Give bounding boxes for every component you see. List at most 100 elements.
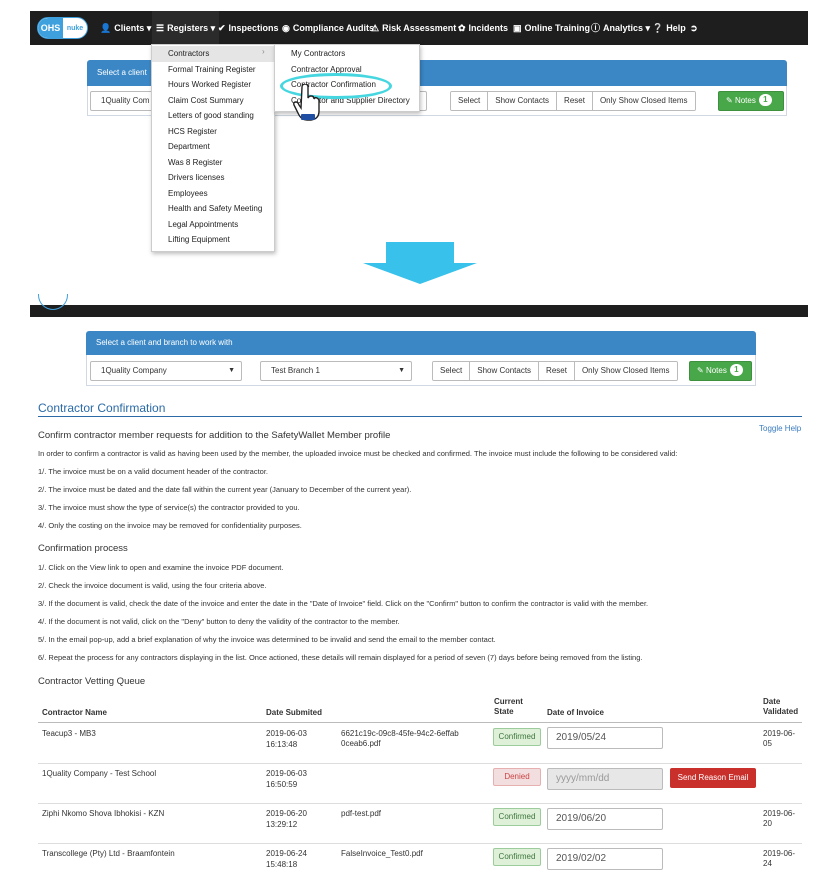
criteria-item: 2/. The invoice must be dated and the da… [38, 485, 412, 494]
reset-button[interactable]: Reset [557, 92, 593, 110]
pencil-icon: ✎ [697, 366, 704, 375]
menu-item-letters-good-standing[interactable]: Letters of good standing [152, 108, 274, 124]
status-badge-confirmed[interactable]: Confirmed [493, 728, 541, 746]
menu-item-contractors[interactable]: Contractors [152, 46, 274, 62]
menu-item-claim-cost[interactable]: Claim Cost Summary [152, 93, 274, 109]
submenu-my-contractors[interactable]: My Contractors [275, 46, 419, 62]
invoice-date-input[interactable]: 2019/06/20 [547, 808, 663, 830]
check-icon: ✔ [218, 23, 226, 33]
logout-icon[interactable]: ➲ [690, 11, 698, 45]
nav-online-training[interactable]: ▣ Online Training [513, 11, 590, 45]
invoice-file-link[interactable]: 6621c19c-09c8-45fe-94c2-6effab0ceab6.pdf [341, 729, 461, 749]
menu-item-employees[interactable]: Employees [152, 186, 274, 202]
cell-time: 16:50:59 [266, 780, 298, 789]
status-badge-denied[interactable]: Denied [493, 768, 541, 786]
pencil-icon: ✎ [726, 96, 733, 105]
menu-item-hours-worked[interactable]: Hours Worked Register [152, 77, 274, 93]
only-closed-button[interactable]: Only Show Closed Items [574, 362, 677, 380]
intro-text: In order to confirm a contractor is vali… [38, 449, 678, 458]
cell-time: 13:29:12 [266, 820, 298, 829]
book-icon: ▣ [513, 23, 522, 33]
registers-dropdown: Contractors Formal Training Register Hou… [151, 44, 275, 252]
nav-compliance-audits[interactable]: ◉ Compliance Audits [282, 11, 374, 45]
col-header-submitted: Date Submited [266, 708, 323, 717]
caret-down-icon: ▼ [398, 367, 405, 374]
send-reason-email-button[interactable]: Send Reason Email [670, 768, 756, 788]
branch-select[interactable]: Test Branch 1 ▼ [260, 361, 412, 381]
menu-item-department[interactable]: Department [152, 139, 274, 155]
cell-date: 2019-06-24 [266, 849, 307, 858]
process-step: 3/. If the document is valid, check the … [38, 599, 649, 608]
panel-button-group: Select Show Contacts Reset Only Show Clo… [432, 361, 678, 381]
invoice-date-input[interactable]: yyyy/mm/dd [547, 768, 663, 790]
notes-button[interactable]: ✎ Notes 1 [689, 361, 752, 381]
warning-icon: ⚠ [371, 23, 380, 33]
top-navbar: OHS nuke 👤 Clients ▾ ☰ Registers ▾ ✔ Inspec… [30, 11, 808, 45]
nav-clients[interactable]: 👤 Clients ▾ [100, 11, 151, 45]
status-badge-confirmed[interactable]: Confirmed [493, 848, 541, 866]
show-contacts-button[interactable]: Show Contacts [488, 92, 558, 110]
select-button[interactable]: Select [433, 362, 471, 380]
queue-heading: Contractor Vetting Queue [38, 676, 146, 687]
client-select[interactable]: 1Quality Company ▼ [90, 361, 242, 381]
panel-button-group: Select Show Contacts Reset Only Show Clo… [450, 91, 696, 111]
flame-icon: ✿ [458, 23, 466, 33]
nav-registers[interactable]: ☰ Registers ▾ [152, 11, 220, 45]
menu-item-was8[interactable]: Was 8 Register [152, 155, 274, 171]
page-title: Contractor Confirmation [38, 401, 166, 415]
caret-down-icon: ▼ [228, 367, 235, 374]
cell-contractor-name: Ziphi Nkomo Shova Ibhokisi - KZN [42, 809, 165, 818]
notes-count-badge: 1 [729, 364, 743, 376]
process-heading: Confirmation process [38, 543, 128, 554]
nav-incidents[interactable]: ✿ Incidents [458, 11, 508, 45]
only-closed-button[interactable]: Only Show Closed Items [592, 92, 695, 110]
col-header-state: Current State [494, 697, 523, 716]
menu-item-formal-training[interactable]: Formal Training Register [152, 62, 274, 78]
row-divider [38, 843, 802, 844]
question-icon: ❔ [652, 23, 664, 33]
cell-validated: 2019-06-24 [763, 849, 796, 868]
menu-item-legal-appointments[interactable]: Legal Appointments [152, 217, 274, 233]
toggle-help-link[interactable]: Toggle Help [759, 424, 801, 433]
hand-cursor-icon [293, 84, 320, 121]
cell-contractor-name: Transcollege (Pty) Ltd - Braamfontein [42, 849, 175, 858]
ohs-logo[interactable]: OHS nuke [37, 17, 88, 39]
eye-icon: ◉ [282, 23, 290, 33]
notes-button[interactable]: ✎ Notes 1 [718, 91, 784, 111]
cell-contractor-name: Teacup3 - MB3 [42, 729, 96, 738]
navbar-cropped [30, 305, 808, 317]
col-header-name: Contractor Name [42, 708, 107, 717]
col-header-validated: Date Validated [763, 697, 799, 716]
list-icon: ☰ [156, 23, 165, 33]
user-icon: 👤 [100, 23, 112, 33]
invoice-file-link[interactable]: pdf-test.pdf [341, 809, 381, 819]
notes-count-badge: 1 [758, 94, 772, 106]
criteria-item: 4/. Only the costing on the invoice may … [38, 521, 302, 530]
menu-item-drivers-licenses[interactable]: Drivers licenses [152, 170, 274, 186]
invoice-date-input[interactable]: 2019/05/24 [547, 727, 663, 749]
nav-analytics[interactable]: ⓘ Analytics ▾ [591, 11, 650, 45]
invoice-date-input[interactable]: 2019/02/02 [547, 848, 663, 870]
nav-help[interactable]: ❔ Help [652, 11, 686, 45]
process-step: 4/. If the document is not valid, click … [38, 617, 400, 626]
cell-time: 16:13:48 [266, 740, 298, 749]
menu-item-lifting-equipment[interactable]: Lifting Equipment [152, 232, 274, 248]
submenu-arrow-icon: › [262, 47, 265, 56]
status-badge-confirmed[interactable]: Confirmed [493, 808, 541, 826]
menu-item-hcs[interactable]: HCS Register [152, 124, 274, 140]
client-branch-panel-heading: Select a client and branch to work with [86, 331, 756, 355]
title-divider [38, 416, 802, 417]
row-divider [38, 763, 802, 764]
criteria-item: 3/. The invoice must show the type of se… [38, 503, 300, 512]
invoice-file-link[interactable]: FalseInvoice_Test0.pdf [341, 849, 423, 859]
show-contacts-button[interactable]: Show Contacts [470, 362, 540, 380]
process-step: 1/. Click on the View link to open and e… [38, 563, 284, 572]
nav-inspections[interactable]: ✔ Inspections [218, 11, 279, 45]
reset-button[interactable]: Reset [539, 362, 575, 380]
select-button[interactable]: Select [451, 92, 489, 110]
menu-item-hs-meeting[interactable]: Health and Safety Meeting [152, 201, 274, 217]
cell-contractor-name: 1Quality Company - Test School [42, 769, 157, 778]
col-header-invoice-date: Date of Invoice [547, 708, 604, 717]
cell-validated: 2019-06-05 [763, 729, 796, 748]
nav-risk-assessment[interactable]: ⚠ Risk Assessment [371, 11, 456, 45]
